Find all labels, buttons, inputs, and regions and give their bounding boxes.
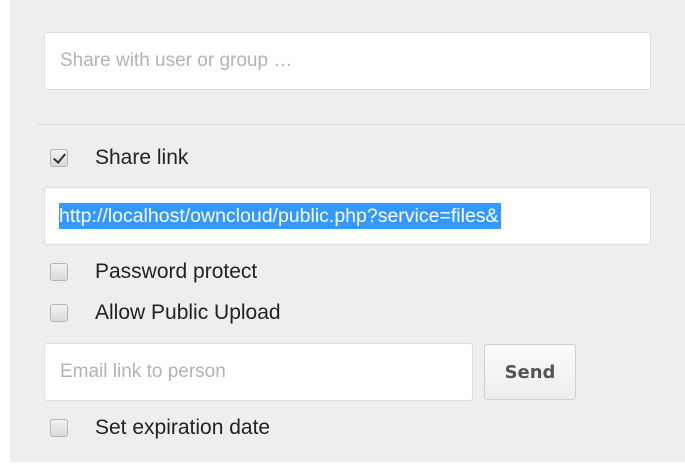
expiration-date-option[interactable]: Set expiration date xyxy=(50,416,270,440)
send-button-label: Send xyxy=(504,361,556,383)
allow-public-upload-option[interactable]: Allow Public Upload xyxy=(50,301,281,325)
password-protect-option[interactable]: Password protect xyxy=(50,260,257,284)
share-link-label: Share link xyxy=(95,146,189,169)
email-link-input[interactable]: Email link to person xyxy=(44,343,473,401)
share-link-option[interactable]: Share link xyxy=(50,146,188,170)
share-link-url-text: http://localhost/owncloud/public.php?ser… xyxy=(59,203,501,229)
allow-public-upload-checkbox[interactable] xyxy=(50,304,68,322)
share-with-placeholder: Share with user or group … xyxy=(60,50,293,71)
email-link-placeholder: Email link to person xyxy=(60,361,226,382)
password-protect-label: Password protect xyxy=(95,260,258,283)
section-divider xyxy=(38,124,685,125)
allow-public-upload-label: Allow Public Upload xyxy=(95,301,281,324)
send-button[interactable]: Send xyxy=(484,344,576,400)
expiration-date-label: Set expiration date xyxy=(95,416,271,439)
share-link-url-field[interactable]: http://localhost/owncloud/public.php?ser… xyxy=(44,187,651,245)
share-link-checkbox[interactable] xyxy=(50,149,68,167)
share-with-input[interactable]: Share with user or group … xyxy=(44,32,651,90)
password-protect-checkbox[interactable] xyxy=(50,263,68,281)
expiration-date-checkbox[interactable] xyxy=(50,419,68,437)
